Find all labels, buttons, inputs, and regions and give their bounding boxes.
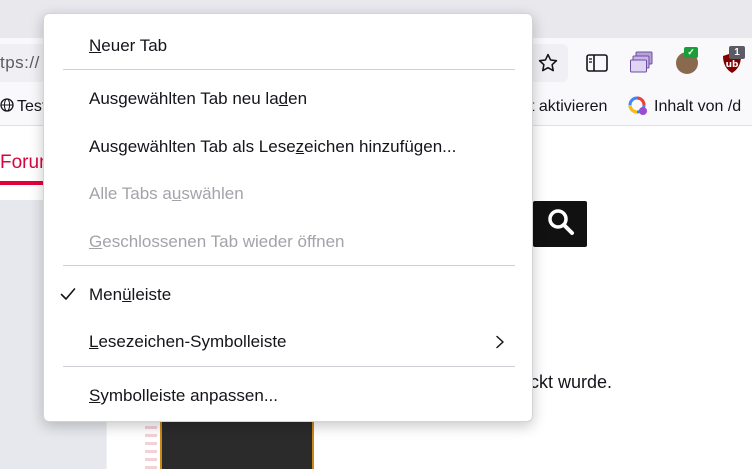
svg-text:ub: ub [726, 60, 739, 70]
bookmark-item-content[interactable]: Inhalt von /d [654, 98, 741, 116]
checkmark-icon [60, 288, 76, 300]
bookmark-item-activate[interactable]: t aktivieren [530, 98, 607, 116]
screenshot-thumbnail [160, 418, 314, 469]
active-tab-indicator [0, 181, 44, 185]
menu-item-reload-selected-tab[interactable]: Ausgewählten Tab neu laden [44, 79, 532, 119]
menu-label-menubar: Menüleiste [89, 285, 172, 304]
extension-check-icon: ✓ [684, 47, 698, 58]
menu-item-new-tab[interactable]: Neuer Tab [44, 26, 532, 66]
menu-separator [63, 265, 515, 266]
menu-item-select-all-tabs: Alle Tabs auswählen [44, 174, 532, 214]
menu-label-bookmarks-toolbar: Lesezeichen-Symbolleiste [89, 332, 287, 351]
menu-item-customize-toolbar[interactable]: Symbolleiste anpassen... [44, 376, 532, 416]
menu-separator [63, 366, 515, 367]
menu-label-reopen-closed-tab: Geschlossenen Tab wieder öffnen [89, 232, 345, 251]
menu-label-select-all-tabs: Alle Tabs auswählen [89, 184, 244, 203]
bookmark-item-test[interactable]: Test [17, 98, 46, 116]
page-body-text: lickt wurde. [522, 372, 613, 392]
sidebar-icon[interactable] [586, 54, 608, 72]
menu-item-reopen-closed-tab: Geschlossenen Tab wieder öffnen [44, 222, 532, 262]
bookmark-star-icon[interactable] [537, 52, 559, 74]
menu-separator [63, 69, 515, 70]
tab-context-menu: Neuer Tab Ausgewählten Tab neu laden Aus… [43, 13, 533, 422]
tab-groups-icon[interactable] [630, 51, 654, 73]
menu-label-reload-selected-tab: Ausgewählten Tab neu laden [89, 89, 308, 108]
menu-item-bookmark-selected-tab[interactable]: Ausgewählten Tab als Lesezeichen hinzufü… [44, 127, 532, 167]
globe-icon [0, 98, 14, 112]
url-text[interactable]: tps:// [0, 53, 40, 73]
menu-label-customize-toolbar: Symbolleiste anpassen... [89, 386, 278, 405]
menu-label-bookmark-selected-tab: Ausgewählten Tab als Lesezeichen hinzufü… [89, 137, 457, 156]
extension-badge-count: 1 [729, 46, 745, 59]
menu-label-new-tab: Neuer Tab [89, 36, 168, 55]
chevron-right-icon [496, 335, 504, 349]
google-bookmark-icon [628, 96, 647, 115]
menu-item-menubar[interactable]: Menüleiste [44, 275, 532, 315]
menu-item-bookmarks-toolbar[interactable]: Lesezeichen-Symbolleiste [44, 322, 532, 362]
search-icon[interactable] [546, 207, 576, 237]
code-line-markers [145, 418, 157, 469]
